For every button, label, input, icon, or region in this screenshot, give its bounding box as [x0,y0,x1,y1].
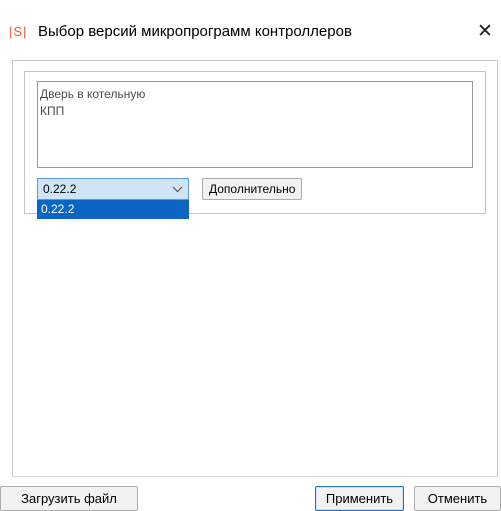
chevron-down-icon[interactable] [172,181,183,200]
dialog-title: Выбор версий микропрограмм контроллеров [38,23,352,40]
version-select-value: 0.22.2 [43,182,77,196]
close-icon[interactable]: ✕ [471,18,499,46]
firmware-version-dialog: |S| Выбор версий микропрограмм контролле… [0,0,501,511]
app-logo-icon: |S| [9,24,28,39]
controller-group: Дверь в котельную КПП 0.22.2 0.22.2 Допо… [24,71,486,219]
version-select[interactable]: 0.22.2 [37,178,189,200]
advanced-button[interactable]: Дополнительно [202,178,303,200]
content-panel: Дверь в котельную КПП 0.22.2 0.22.2 Допо… [12,60,498,477]
load-file-button[interactable]: Загрузить файл [0,486,138,511]
cancel-button[interactable]: Отменить [414,486,501,511]
version-option[interactable]: 0.22.2 [41,202,74,217]
title-bar: |S| Выбор версий микропрограмм контролле… [0,0,501,60]
list-item[interactable]: КПП [40,103,470,120]
list-item[interactable]: Дверь в котельную [40,86,470,103]
apply-button[interactable]: Применить [315,486,404,511]
version-dropdown-list: 0.22.2 [37,200,189,219]
controller-list[interactable]: Дверь в котельную КПП [37,81,473,168]
